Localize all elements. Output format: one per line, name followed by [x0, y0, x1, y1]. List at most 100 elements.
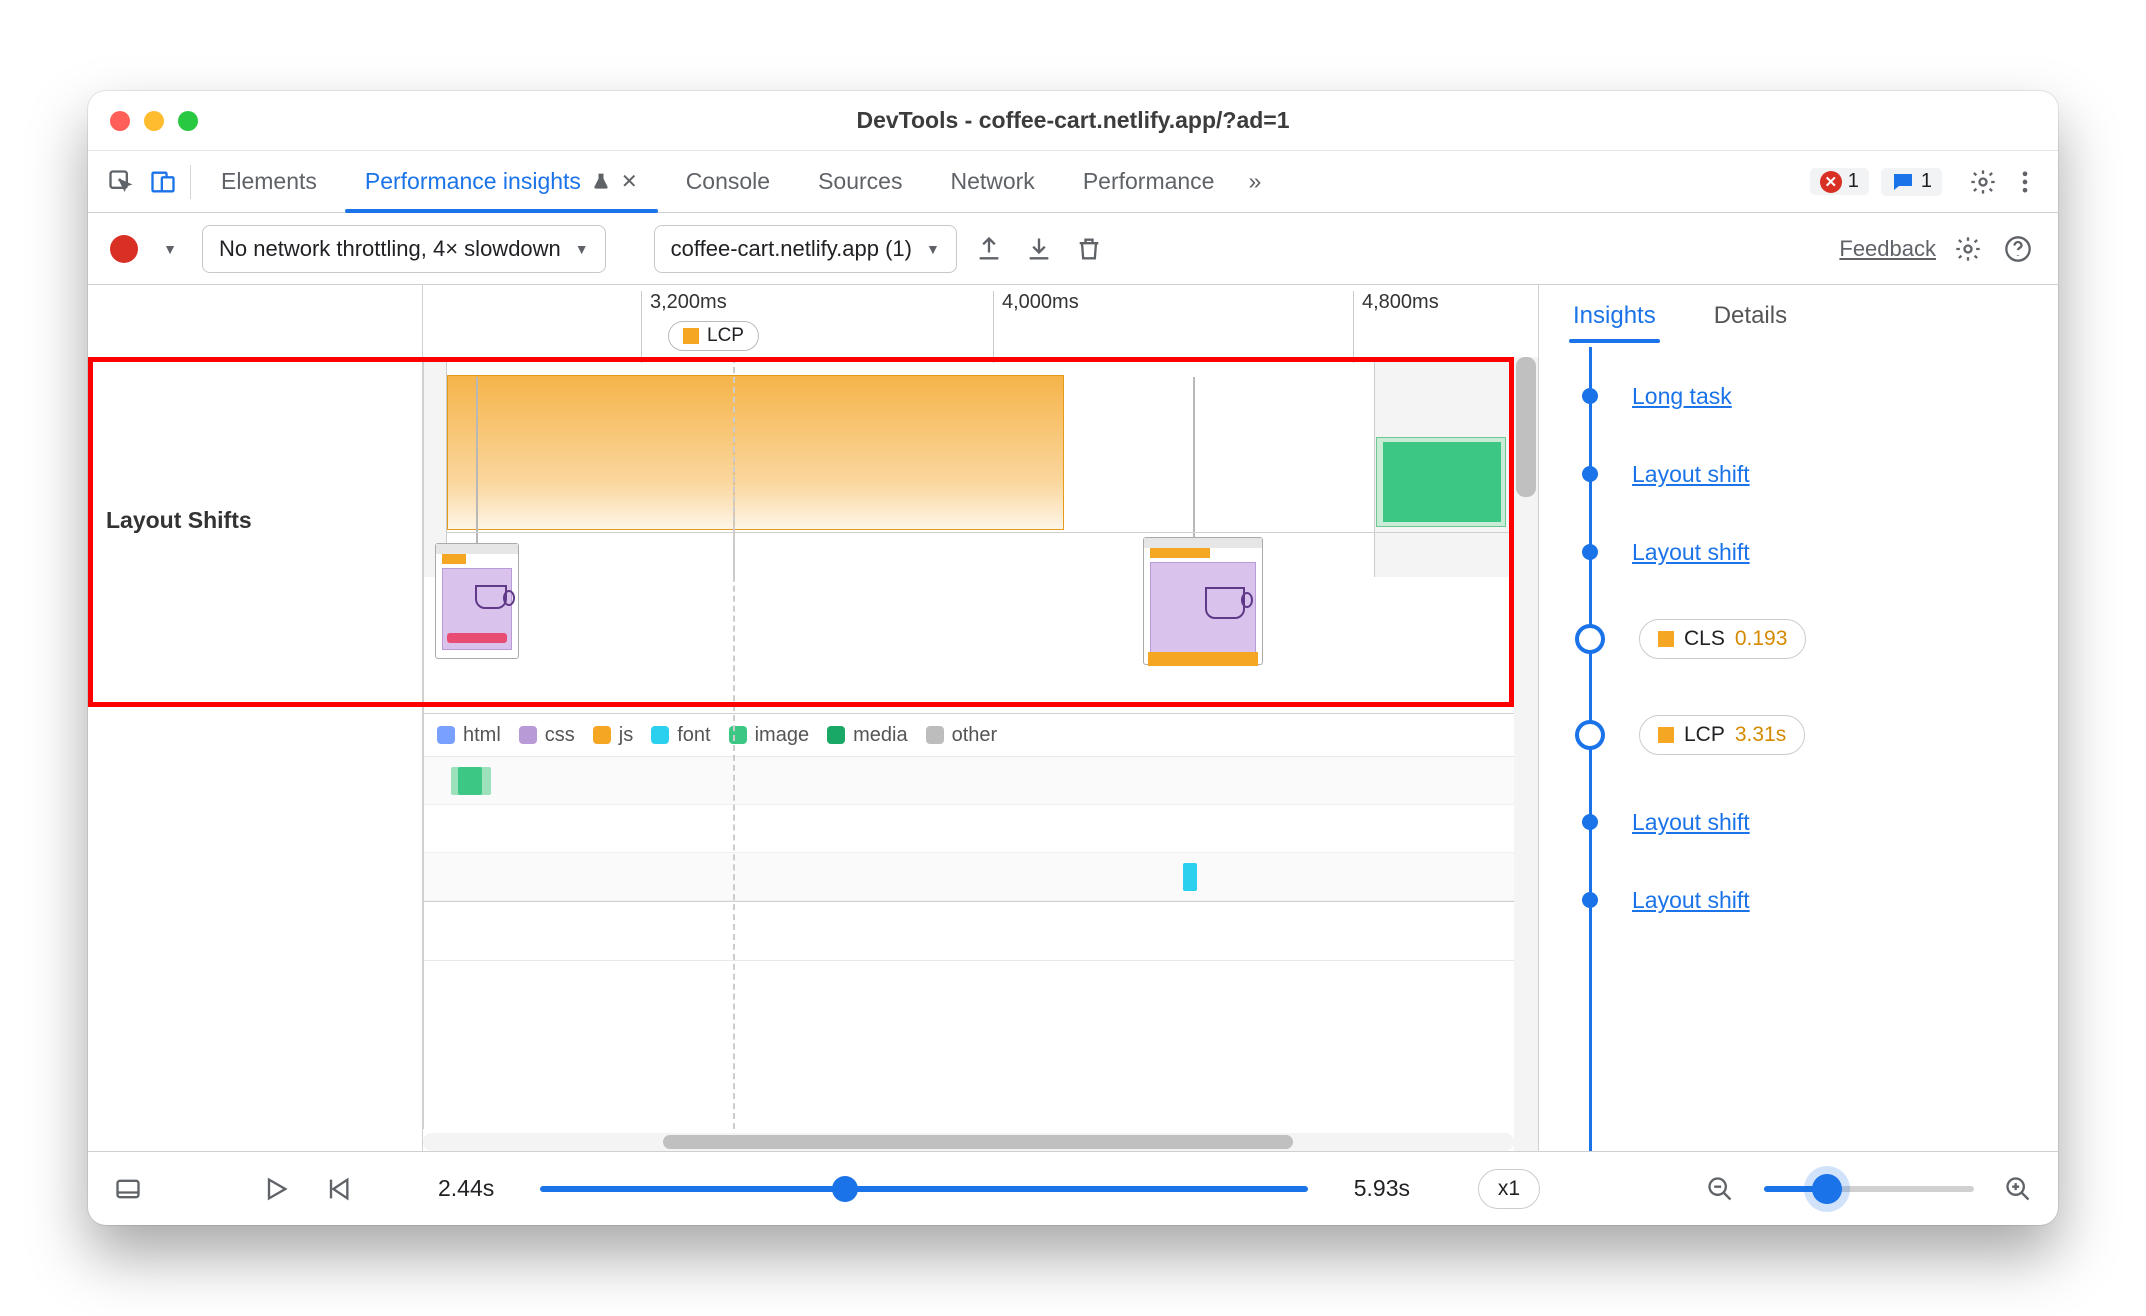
lcp-swatch — [1658, 727, 1674, 743]
insight-layout-shift[interactable]: Layout shift — [1573, 435, 2058, 513]
insight-link[interactable]: Layout shift — [1632, 539, 1750, 565]
tab-network[interactable]: Network — [926, 151, 1058, 212]
record-button[interactable] — [110, 235, 138, 263]
layout-shift-block[interactable] — [447, 375, 1064, 530]
export-icon[interactable] — [971, 231, 1007, 267]
sidebar-tab-details[interactable]: Details — [1710, 290, 1791, 342]
insight-link[interactable]: Long task — [1632, 383, 1732, 409]
recording-select[interactable]: coffee-cart.netlify.app (1) ▼ — [654, 225, 957, 273]
legend-media: media — [853, 724, 907, 747]
layout-shifts-track-label: Layout Shifts — [106, 507, 252, 534]
recording-label: coffee-cart.netlify.app (1) — [671, 236, 912, 262]
messages-badge[interactable]: 1 — [1881, 168, 1942, 196]
vertical-scrollbar[interactable] — [1514, 357, 1538, 1151]
record-options-dropdown[interactable]: ▼ — [152, 231, 188, 267]
timeline-panel: 3,200ms 4,000ms 4,800ms LCP Layout Shift… — [88, 285, 1538, 1151]
tab-performance-insights[interactable]: Performance insights ✕ — [341, 151, 662, 212]
device-toolbar-icon[interactable] — [142, 161, 184, 203]
close-window-button[interactable] — [110, 111, 130, 131]
lcp-chip[interactable]: LCP 3.31s — [1639, 715, 1805, 755]
chevron-down-icon: ▼ — [926, 241, 940, 257]
error-badge[interactable]: ✕ 1 — [1810, 168, 1869, 195]
layout-shifts-track[interactable] — [423, 357, 1514, 577]
tab-label: Console — [686, 168, 770, 195]
play-icon[interactable] — [258, 1171, 294, 1207]
playback-speed-button[interactable]: x1 — [1478, 1169, 1540, 1209]
lcp-marker-chip[interactable]: LCP — [668, 321, 759, 351]
insight-link[interactable]: Layout shift — [1632, 461, 1750, 487]
insights-timeline: Long task Layout shift Layout shift CLS — [1539, 347, 2058, 1151]
tab-sources[interactable]: Sources — [794, 151, 926, 212]
insights-sidebar: Insights Details Long task Layout shift … — [1538, 285, 2058, 1151]
separator — [190, 165, 191, 199]
throttling-select[interactable]: No network throttling, 4× slowdown ▼ — [202, 225, 606, 273]
flask-icon — [591, 172, 611, 192]
insight-link[interactable]: Layout shift — [1632, 887, 1750, 913]
more-tabs-button[interactable]: » — [1238, 151, 1271, 212]
cls-swatch — [1658, 631, 1674, 647]
insight-long-task[interactable]: Long task — [1573, 357, 2058, 435]
rewind-icon[interactable] — [320, 1171, 356, 1207]
error-count: 1 — [1848, 170, 1859, 193]
insight-layout-shift[interactable]: Layout shift — [1573, 861, 2058, 939]
cls-chip[interactable]: CLS 0.193 — [1639, 619, 1806, 659]
footer-controls: 2.44s 5.93s x1 — [88, 1151, 2058, 1225]
insight-cls[interactable]: CLS 0.193 — [1573, 591, 2058, 687]
lcp-color-swatch — [683, 328, 699, 344]
minimize-window-button[interactable] — [144, 111, 164, 131]
legend-image: image — [755, 724, 809, 747]
cls-value: 0.193 — [1735, 627, 1788, 651]
zoom-slider[interactable] — [1764, 1186, 1974, 1192]
tab-label: Performance insights — [365, 168, 581, 195]
legend-css: css — [545, 724, 575, 747]
tab-elements[interactable]: Elements — [197, 151, 341, 212]
horizontal-scrollbar[interactable] — [423, 1133, 1514, 1151]
toggle-screenshots-icon[interactable] — [110, 1171, 146, 1207]
legend-font: font — [677, 724, 710, 747]
delete-icon[interactable] — [1071, 231, 1107, 267]
panel-settings-icon[interactable] — [1950, 231, 1986, 267]
lcp-label: LCP — [1684, 723, 1725, 747]
time-ruler[interactable]: 3,200ms 4,000ms 4,800ms LCP — [88, 285, 1538, 357]
range-end: 5.93s — [1354, 1175, 1410, 1202]
import-icon[interactable] — [1021, 231, 1057, 267]
insight-lcp[interactable]: LCP 3.31s — [1573, 687, 2058, 783]
zoom-out-icon[interactable] — [1702, 1171, 1738, 1207]
sidebar-tab-insights[interactable]: Insights — [1569, 290, 1660, 342]
chevron-down-icon: ▼ — [575, 241, 589, 257]
devtools-window: DevTools - coffee-cart.netlify.app/?ad=1… — [88, 91, 2058, 1225]
chevron-right-icon: » — [1248, 168, 1261, 195]
message-icon — [1891, 170, 1915, 194]
insight-layout-shift[interactable]: Layout shift — [1573, 783, 2058, 861]
network-legend: html css js font image media other — [423, 724, 997, 747]
feedback-link[interactable]: Feedback — [1839, 236, 1936, 262]
help-icon[interactable] — [2000, 231, 2036, 267]
ruler-tick: 4,000ms — [993, 291, 1079, 363]
message-count: 1 — [1921, 170, 1932, 193]
titlebar: DevTools - coffee-cart.netlify.app/?ad=1 — [88, 91, 2058, 151]
filmstrip-thumbnail[interactable] — [435, 543, 519, 659]
tab-console[interactable]: Console — [662, 151, 794, 212]
insight-layout-shift[interactable]: Layout shift — [1573, 513, 2058, 591]
window-title: DevTools - coffee-cart.netlify.app/?ad=1 — [88, 107, 2058, 134]
inspect-element-icon[interactable] — [100, 161, 142, 203]
error-icon: ✕ — [1820, 171, 1842, 193]
tab-label: Elements — [221, 168, 317, 195]
close-tab-icon[interactable]: ✕ — [621, 169, 638, 194]
devtools-tabstrip: Elements Performance insights ✕ Console … — [88, 151, 2058, 213]
filmstrip-thumbnail[interactable] — [1143, 537, 1263, 665]
zoom-in-icon[interactable] — [2000, 1171, 2036, 1207]
insight-link[interactable]: Layout shift — [1632, 809, 1750, 835]
window-controls — [110, 111, 198, 131]
kebab-menu-icon[interactable] — [2004, 161, 2046, 203]
legend-other: other — [952, 724, 998, 747]
tracks-area: Layout Shifts — [88, 357, 1538, 1151]
settings-icon[interactable] — [1962, 161, 2004, 203]
tab-label: Network — [950, 168, 1034, 195]
cls-label: CLS — [1684, 627, 1725, 651]
tab-performance[interactable]: Performance — [1059, 151, 1239, 212]
time-range-slider[interactable] — [540, 1186, 1307, 1192]
sidebar-tabs: Insights Details — [1539, 285, 2058, 347]
track-labels-column: Layout Shifts — [88, 357, 423, 1151]
maximize-window-button[interactable] — [178, 111, 198, 131]
